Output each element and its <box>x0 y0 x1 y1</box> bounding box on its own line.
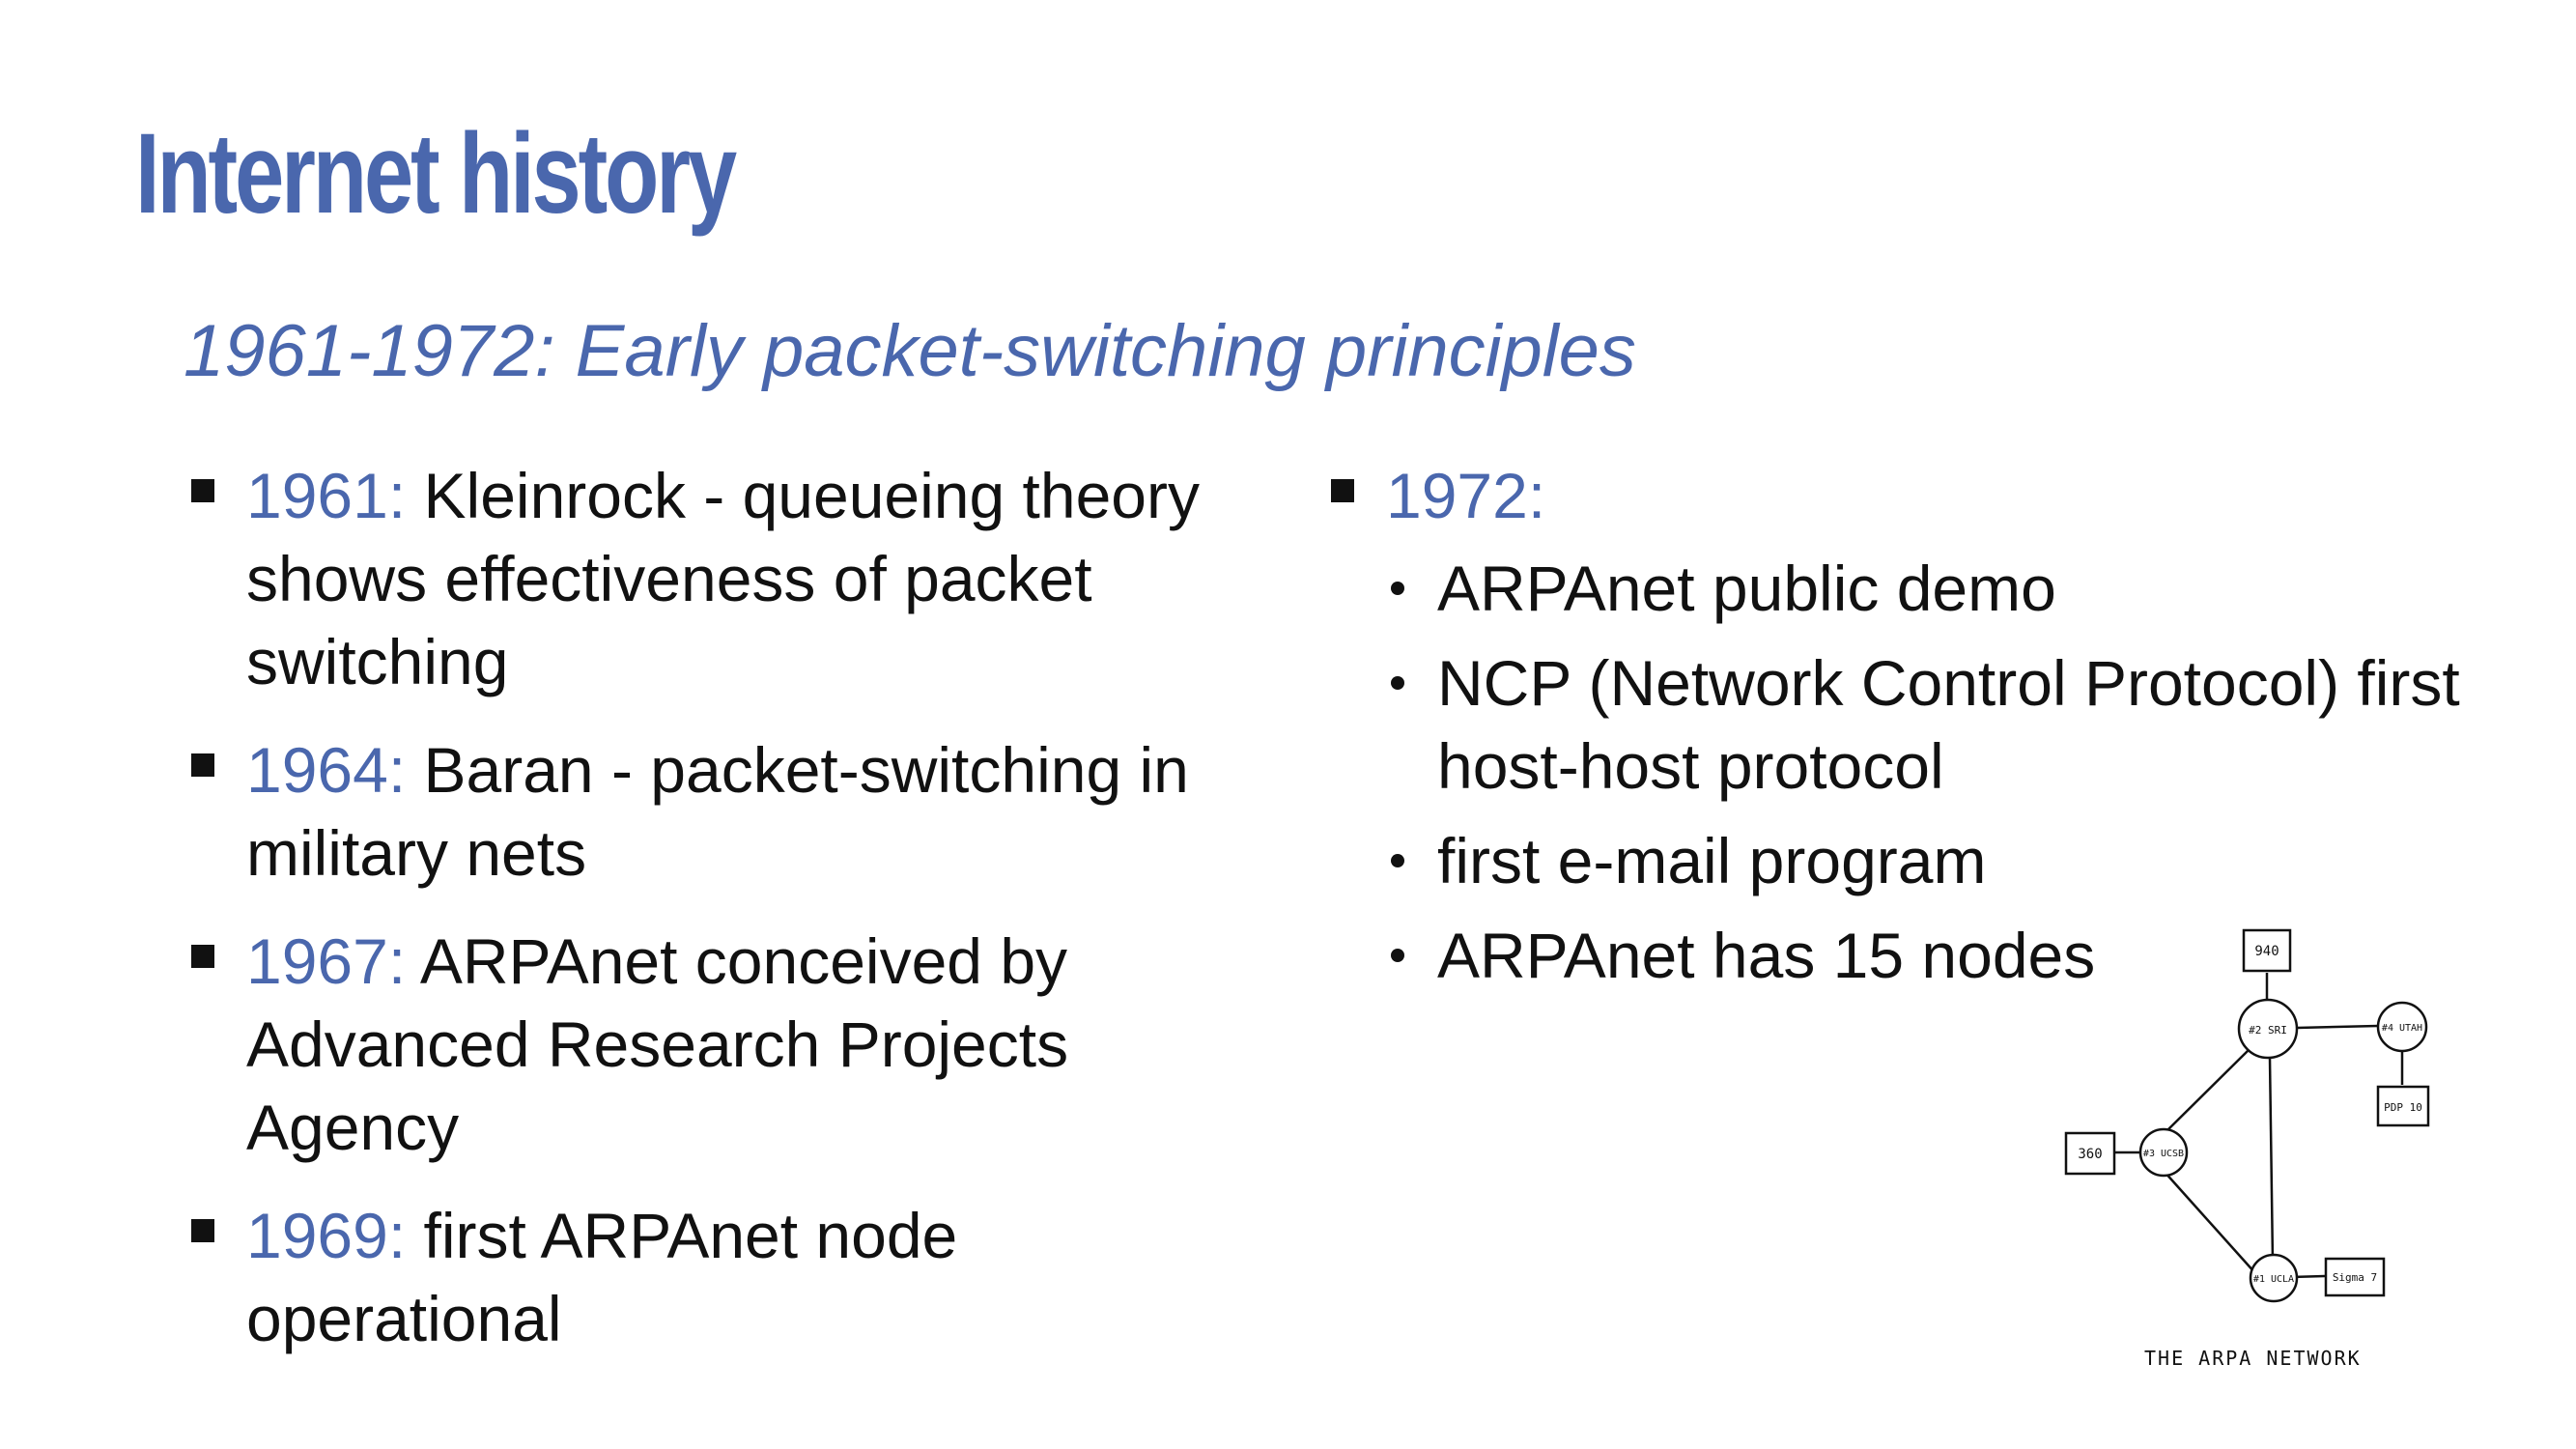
link-sri-utah <box>2296 1024 2379 1030</box>
square-bullet-icon <box>191 1219 214 1242</box>
square-bullet-icon <box>191 753 214 777</box>
node-label-utah: #4 UTAH <box>2382 1023 2422 1034</box>
diagram-caption: THE ARPA NETWORK <box>2144 1347 2362 1370</box>
sub-item-text: NCP (Network Control Protocol) first hos… <box>1437 647 2460 802</box>
host-label-360: 360 <box>2078 1147 2102 1162</box>
square-bullet-icon <box>1331 479 1354 502</box>
list-item: 1964: Baran - packet-switching in milita… <box>188 728 1289 895</box>
slide-subtitle: 1961-1972: Early packet-switching princi… <box>184 310 1636 392</box>
node-label-sri: #2 SRI <box>2249 1024 2287 1037</box>
square-bullet-icon <box>191 945 214 968</box>
left-column: 1961: Kleinrock - queueing theory shows … <box>188 454 1289 1385</box>
sub-item-text: first e-mail program <box>1437 825 1987 896</box>
round-bullet-icon <box>1391 949 1404 962</box>
slide-title: Internet history <box>135 110 737 238</box>
round-bullet-icon <box>1391 854 1404 867</box>
round-bullet-icon <box>1391 676 1404 690</box>
arpa-network-diagram: 940 #2 SRI #4 UTAH PDP 10 360 #3 UCSB #1… <box>2064 928 2430 1370</box>
list-item: 1967: ARPAnet conceived by Advanced Rese… <box>188 920 1289 1169</box>
host-label-pdp10: PDP 10 <box>2384 1101 2422 1114</box>
link-sri-ucsb <box>2166 1047 2251 1132</box>
node-label-ucsb: #3 UCSB <box>2143 1149 2184 1159</box>
item-year: 1964: <box>246 734 407 806</box>
sub-list-item: first e-mail program <box>1328 819 2487 902</box>
item-year: 1961: <box>246 460 407 531</box>
square-bullet-icon <box>191 479 214 502</box>
link-ucsb-ucla <box>2163 1170 2256 1274</box>
node-label-ucla: #1 UCLA <box>2253 1274 2294 1285</box>
item-year: 1972: <box>1386 460 1546 531</box>
round-bullet-icon <box>1391 582 1404 595</box>
sub-item-text: ARPAnet public demo <box>1437 553 2056 624</box>
item-year: 1967: <box>246 925 407 997</box>
list-item: 1969: first ARPAnet node operational <box>188 1194 1289 1360</box>
list-item: 1961: Kleinrock - queueing theory shows … <box>188 454 1289 703</box>
link-sri-ucla <box>2268 1057 2275 1264</box>
sub-list-item: ARPAnet public demo <box>1328 547 2487 630</box>
host-label-940: 940 <box>2254 944 2279 959</box>
item-year: 1969: <box>246 1200 407 1271</box>
host-label-sigma7: Sigma 7 <box>2333 1271 2377 1284</box>
arpa-network-sketch: 940 #2 SRI #4 UTAH PDP 10 360 #3 UCSB #1… <box>2028 923 2453 1386</box>
sub-item-text: ARPAnet has 15 nodes <box>1437 920 2096 991</box>
sub-list-item: NCP (Network Control Protocol) first hos… <box>1328 641 2487 808</box>
list-item: 1972: <box>1328 454 2487 537</box>
